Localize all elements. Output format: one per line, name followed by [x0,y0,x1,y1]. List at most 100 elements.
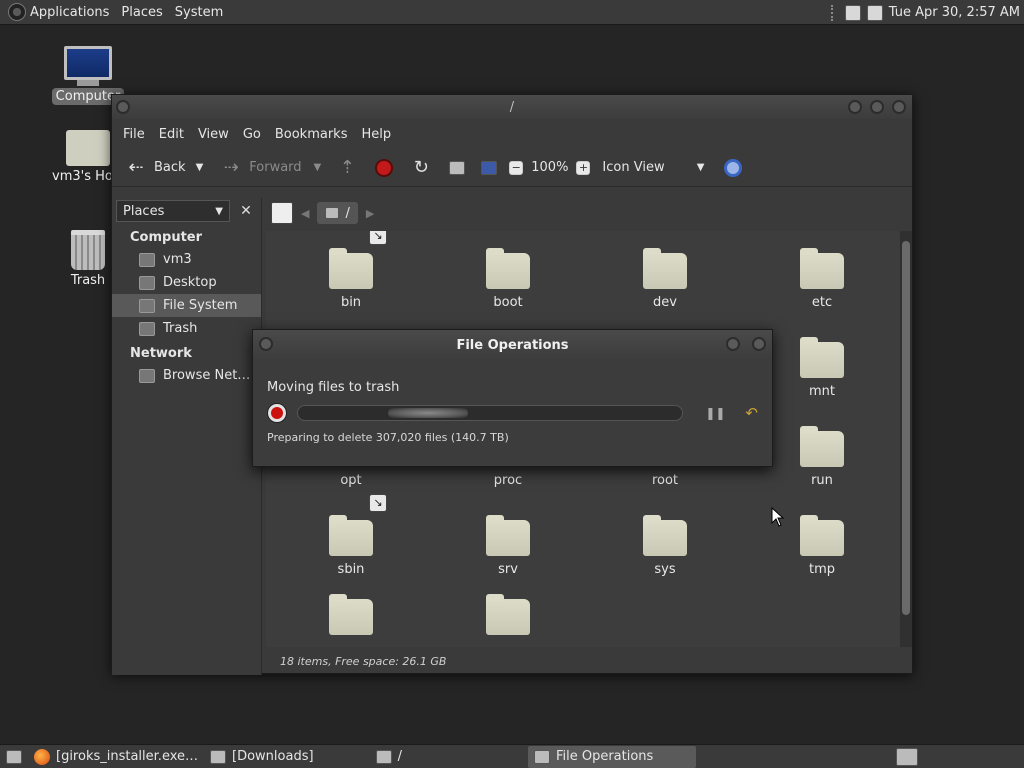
window-menu-button[interactable] [116,100,130,114]
clock[interactable]: Tue Apr 30, 2:57 AM [889,5,1020,20]
window-titlebar[interactable]: / [112,95,912,119]
sidebar-item-desktop[interactable]: Desktop [112,271,261,294]
folder-item[interactable]: run [772,426,872,488]
applications-label: Applications [30,4,110,20]
breadcrumb-root[interactable]: / [317,202,358,224]
forward-button[interactable]: ⇢ Forward [215,149,305,187]
monitor-stand [77,80,99,86]
folder-label: bin [340,295,362,310]
sidebar-item-label: vm3 [163,252,192,267]
system-menu[interactable]: System [169,0,229,25]
close-button[interactable] [892,100,906,114]
folder-label: etc [811,295,833,310]
breadcrumb-right-icon[interactable]: ▶ [366,207,374,220]
reload-icon: ↻ [413,157,429,178]
menu-go[interactable]: Go [236,127,268,142]
stop-button[interactable] [371,149,397,187]
trash-applet[interactable] [890,746,924,768]
dialog-titlebar[interactable]: File Operations [253,330,772,360]
menu-bookmarks[interactable]: Bookmarks [268,127,355,142]
sidebar-item-file-system[interactable]: File System [112,294,261,317]
forward-history-dropdown[interactable]: ▼ [310,149,326,187]
side-pane-type-label: Places [123,203,165,219]
progress-row: ❚❚ ↶ [267,403,758,423]
maximize-button[interactable] [870,100,884,114]
folder-item[interactable] [301,594,401,641]
up-button[interactable]: ⇡ [331,149,363,187]
sidebar-item-trash[interactable]: Trash [112,317,261,340]
home-folder-icon [66,130,110,166]
side-pane-type-select[interactable]: Places ▼ [116,200,230,222]
pause-icon[interactable]: ❚❚ [705,406,725,420]
menu-file[interactable]: File [116,127,152,142]
up-arrow-icon: ⇡ [339,157,355,178]
folder-label: tmp [808,562,835,577]
view-mode-select[interactable]: Icon View ▼ [598,149,708,187]
minimize-button[interactable] [848,100,862,114]
reload-button[interactable]: ↻ [405,149,437,187]
symlink-emblem-icon: ↘ [369,231,387,245]
folder-item[interactable]: sys [615,515,715,577]
close-button[interactable] [752,337,766,351]
folder-item[interactable]: srv [458,515,558,577]
zoom-in-icon: + [576,160,591,175]
undo-icon[interactable]: ↶ [745,404,758,422]
folder-item[interactable]: ↘ sbin [301,494,401,577]
taskbar-item-root[interactable]: / [370,746,408,768]
folder-item[interactable]: dev [615,248,715,310]
view-mode-label: Icon View [602,160,665,175]
folder-item[interactable]: boot [458,248,558,310]
forward-arrow-icon: ⇢ [223,157,239,178]
folder-icon [486,248,530,289]
window-menu-button[interactable] [259,337,273,351]
sidebar-item-browse-network[interactable]: Browse Net… [112,364,261,387]
back-history-dropdown[interactable]: ▼ [192,149,208,187]
folder-item[interactable]: tmp [772,515,872,577]
folder-item[interactable]: etc [772,248,872,310]
vertical-scrollbar[interactable] [900,231,912,647]
computer-icon [481,160,498,175]
chevron-down-icon: ▼ [696,162,705,173]
taskbar-item-downloads[interactable]: [Downloads] [204,746,320,768]
folder-item[interactable]: ↘ bin [301,231,401,310]
breadcrumb-left-icon[interactable]: ◀ [301,207,309,220]
show-desktop-button[interactable] [0,746,28,768]
zoom-out-button[interactable]: − [505,149,527,187]
folder-icon [210,749,227,764]
back-button[interactable]: ⇠ Back [120,149,190,187]
menu-edit[interactable]: Edit [152,127,191,142]
zoom-level: 100% [531,160,569,175]
breadcrumb-label: / [345,205,350,221]
scrollbar-thumb[interactable] [902,241,910,615]
folder-item[interactable]: mnt [772,337,872,399]
edit-location-icon[interactable] [271,202,293,224]
zoom-in-button[interactable]: + [572,149,594,187]
file-operations-icon [533,749,550,764]
top-panel-tray: Tue Apr 30, 2:57 AM [830,0,1020,25]
folder-item[interactable] [458,594,558,641]
network-icon[interactable] [866,4,883,21]
computer-button[interactable] [477,149,501,187]
folder-icon [800,426,844,467]
places-menu[interactable]: Places [115,0,168,25]
sidebar-item-vm3[interactable]: vm3 [112,248,261,271]
stop-icon [270,407,283,419]
trash-icon [896,747,918,766]
sidebar-item-label: Trash [163,321,198,336]
search-button[interactable] [720,149,746,187]
folder-label: sys [654,562,676,577]
drive-icon [139,298,155,313]
desktop-folder-icon [139,275,155,290]
minimize-button[interactable] [726,337,740,351]
folder-icon [800,248,844,289]
taskbar-item-file-operations[interactable]: File Operations [527,745,696,768]
menu-help[interactable]: Help [354,127,398,142]
cancel-operation-button[interactable] [267,403,287,423]
menu-view[interactable]: View [191,127,236,142]
applications-menu[interactable]: Applications [0,0,115,25]
taskbar-item-installer[interactable]: [giroks_installer.exe… [28,746,204,768]
show-desktop-icon [6,749,22,764]
home-button[interactable] [445,149,469,187]
close-side-pane-icon[interactable]: ✕ [236,201,256,221]
notes-icon[interactable] [844,4,861,21]
